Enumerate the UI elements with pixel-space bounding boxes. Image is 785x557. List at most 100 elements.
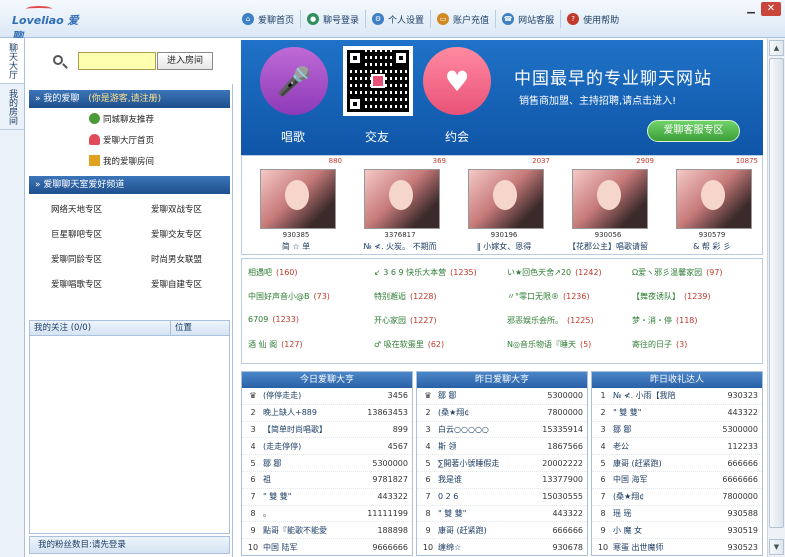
board-row[interactable]: 2 (桑★翔¢ 7800000 <box>417 405 587 422</box>
board-row[interactable]: 8 " 雙 雙" 443322 <box>417 506 587 523</box>
board-row[interactable]: 9 康哥 (赶紧跑) 666666 <box>417 522 587 540</box>
host-photo[interactable] <box>468 169 544 229</box>
board-row[interactable]: 5 ∑開著小號睡假走 20002222 <box>417 455 587 472</box>
banner-subtitle[interactable]: 销售商加盟、主持招聘,请点击进入! <box>519 92 676 107</box>
user-name: (停停走走) <box>263 391 302 401</box>
tab-my-rooms[interactable]: 我的房间 <box>0 84 24 130</box>
board-row[interactable]: 6 我是谁 13377900 <box>417 472 587 489</box>
board-row[interactable]: 3 鄒 鄒 5300000 <box>592 422 762 439</box>
vertical-scrollbar[interactable]: ▲ ▼ <box>767 38 785 557</box>
room-link[interactable]: 相遇吧 (160) <box>248 267 298 278</box>
list-item-hall-home[interactable]: 爱聊大厅首页 <box>29 129 230 150</box>
host-name[interactable]: 【花郡公主】唱歌请留 <box>558 241 658 252</box>
board-row[interactable]: 10 中国 陆军 9666666 <box>242 539 412 555</box>
board-row[interactable]: 10 寒蛋 出世魔师 930523 <box>592 539 762 555</box>
channel-item[interactable]: 爱聊唱歌专区 <box>29 273 129 298</box>
channel-item[interactable]: 爱聊同龄专区 <box>29 248 129 273</box>
board-row[interactable]: 6 祖 9781827 <box>242 472 412 489</box>
host-name[interactable]: № ≮. 火炭。 不期而 <box>350 241 450 252</box>
promo-banner[interactable]: 🎤 ♥ 唱歌 交友 约会 中国最早的专业聊天网站 销售商加盟、主持招聘,请点击进… <box>241 40 763 155</box>
room-link[interactable]: い★回色天舍↗20 (1242) <box>507 267 602 278</box>
board-row[interactable]: 8 瑶 瑶 930588 <box>592 506 762 523</box>
list-item-my-room[interactable]: 我的爱聊房间 <box>29 150 230 171</box>
channel-item[interactable]: 巨星聊吧专区 <box>29 223 129 248</box>
board-row[interactable]: 5 鄒 鄒 5300000 <box>242 455 412 472</box>
host-photo[interactable] <box>572 169 648 229</box>
host-card[interactable]: 10875 930579 & 帮 彩 彡 <box>662 156 762 256</box>
room-link[interactable]: 邪恶娱乐会所。 (1225) <box>507 315 594 326</box>
nav-item-4[interactable]: ☎ 网站客服 <box>495 10 560 28</box>
host-photo[interactable] <box>260 169 336 229</box>
heart-icon[interactable]: ♥ <box>423 47 491 115</box>
nav-item-5[interactable]: ? 使用帮助 <box>560 10 625 28</box>
nav-item-3[interactable]: ▭ 账户充值 <box>430 10 495 28</box>
scroll-down-arrow-icon[interactable]: ▼ <box>769 539 784 555</box>
room-number-input[interactable] <box>78 52 156 70</box>
room-link[interactable]: 寄往的日子 (3) <box>632 339 687 350</box>
room-link[interactable]: ↙ 3 6 9 快乐大本营 (1235) <box>374 267 477 278</box>
nav-item-2[interactable]: ⚙ 个人设置 <box>365 10 430 28</box>
room-link[interactable]: N◎音乐物语『睡天 (5) <box>507 339 591 350</box>
board-row[interactable]: 10 缠绵☆ 930678 <box>417 539 587 555</box>
board-row[interactable]: 1 № ≮. 小雨【我陪 930323 <box>592 388 762 405</box>
scroll-up-arrow-icon[interactable]: ▲ <box>769 40 784 56</box>
microphone-icon[interactable]: 🎤 <box>260 47 328 115</box>
board-row[interactable]: 7 (桑★翔¢ 7800000 <box>592 489 762 506</box>
room-link[interactable]: 开心家园 (1227) <box>374 315 437 326</box>
close-button[interactable]: ✕ <box>761 2 781 16</box>
host-card[interactable]: 2037 930196 ‖ 小嫁女、恩得 <box>454 156 554 256</box>
board-row[interactable]: 4 老公 112233 <box>592 438 762 456</box>
enter-room-button[interactable]: 进入房间 <box>157 52 213 70</box>
nav-item-0[interactable]: ⌂ 爱聊首页 <box>236 10 300 28</box>
host-photo[interactable] <box>676 169 752 229</box>
channel-item[interactable]: 时尚男女联盟 <box>129 248 229 273</box>
room-link[interactable]: ♂ 吸在软蛋里 (62) <box>374 339 444 350</box>
board-row[interactable]: 7 0 2 6 15030555 <box>417 489 587 506</box>
room-link[interactable]: 6709 (1233) <box>248 315 299 324</box>
room-link[interactable]: 【舞夜诱队】 (1239) <box>632 291 711 302</box>
board-row[interactable]: 9 小 魔 女 930519 <box>592 522 762 540</box>
host-name[interactable]: 简 ☆ 单 <box>246 241 346 252</box>
nav-item-1[interactable]: ● 聊号登录 <box>300 10 365 28</box>
channel-item[interactable]: 网络天地专区 <box>29 198 129 223</box>
room-count: (1236) <box>563 292 590 301</box>
board-row[interactable]: 2 晚上缺人+889 13863453 <box>242 405 412 422</box>
host-card[interactable]: 880 930385 简 ☆ 单 <box>246 156 346 256</box>
room-link[interactable]: 中国好声音小@B (73) <box>248 291 330 302</box>
room-link[interactable]: 特别邂逅 (1228) <box>374 291 437 302</box>
tab-chat-hall[interactable]: 聊天大厅 <box>0 38 24 84</box>
channel-item[interactable]: 爱聊交友专区 <box>129 223 229 248</box>
board-row[interactable]: 5 康哥 (赶紧跑) 666666 <box>592 455 762 472</box>
host-name[interactable]: & 帮 彩 彡 <box>662 241 762 252</box>
list-item-city-friends[interactable]: 同城聊友推荐 <box>29 108 230 129</box>
board-row[interactable]: 8 。 11111199 <box>242 506 412 523</box>
host-showcase: 880 930385 简 ☆ 单 369 3376817 № ≮. 火炭。 不期而 2037… <box>241 155 763 255</box>
room-link[interactable]: 酒 仙 阁 (127) <box>248 339 303 350</box>
channel-item[interactable]: 爱聊双战专区 <box>129 198 229 223</box>
board-row[interactable]: 4 (走走停停) 4567 <box>242 438 412 456</box>
board-row[interactable]: 4 斯 领 1867566 <box>417 438 587 456</box>
board-row[interactable]: ♛ 鄒 鄒 5300000 <box>417 388 587 405</box>
fans-count[interactable]: 我的粉丝数目:请先登录 <box>29 536 230 554</box>
board-row[interactable]: 3 【简单时尚唱歌】 899 <box>242 422 412 439</box>
board-row[interactable]: 9 點哥『能歌不能愛 188898 <box>242 522 412 540</box>
room-link[interactable]: 梦・消・停 (118) <box>632 315 698 326</box>
host-photo[interactable] <box>364 169 440 229</box>
position-column-header[interactable]: 位置 <box>170 321 192 335</box>
scroll-thumb[interactable] <box>769 58 784 528</box>
host-card[interactable]: 2909 930056 【花郡公主】唱歌请留 <box>558 156 658 256</box>
board-row[interactable]: 7 " 雙 雙" 443322 <box>242 489 412 506</box>
room-link[interactable]: Ω爱ヽ邪彡温馨家园 (97) <box>632 267 723 278</box>
board-row[interactable]: 2 " 雙 雙" 443322 <box>592 405 762 422</box>
customer-service-button[interactable]: 爱聊客服专区 <box>647 120 740 142</box>
board-title: 昨日收礼达人 <box>592 372 762 388</box>
minimize-button[interactable]: ▁ <box>741 2 761 16</box>
board-row[interactable]: 3 白云○○○○○ 15335914 <box>417 422 587 439</box>
room-link[interactable]: 〃°零口无限® (1236) <box>507 291 590 302</box>
board-row[interactable]: 6 中国 海军 6666666 <box>592 472 762 489</box>
user-name: " 雙 雙" <box>263 492 292 502</box>
host-name[interactable]: ‖ 小嫁女、恩得 <box>454 241 554 252</box>
host-card[interactable]: 369 3376817 № ≮. 火炭。 不期而 <box>350 156 450 256</box>
board-row[interactable]: ♛ (停停走走) 3456 <box>242 388 412 405</box>
channel-item[interactable]: 爱聊自建专区 <box>129 273 229 298</box>
